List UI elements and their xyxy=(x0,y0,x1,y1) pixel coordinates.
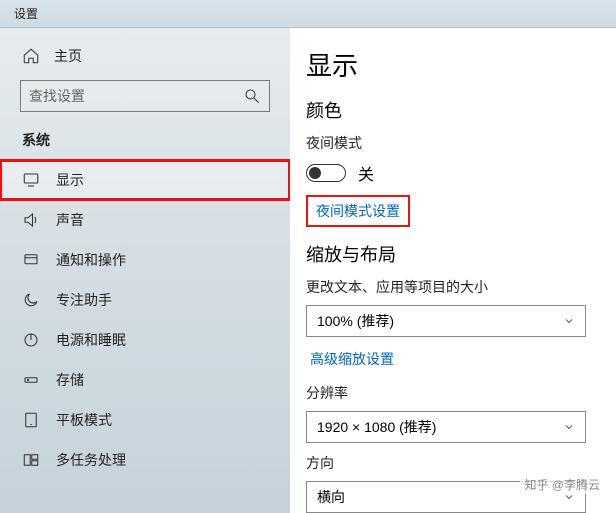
night-mode-toggle-row: 关 xyxy=(306,161,600,185)
watermark: 知乎 @李腾云 xyxy=(520,475,604,494)
chevron-down-icon xyxy=(563,315,575,327)
sidebar-item-display[interactable]: 显示 xyxy=(0,160,290,200)
sidebar-item-power[interactable]: 电源和睡眠 xyxy=(0,320,290,360)
night-mode-toggle[interactable] xyxy=(306,164,346,182)
power-icon xyxy=(22,331,40,349)
sidebar-item-notifications[interactable]: 通知和操作 xyxy=(0,240,290,280)
advanced-scale-link[interactable]: 高级缩放设置 xyxy=(306,347,398,371)
scale-heading: 缩放与布局 xyxy=(306,241,600,267)
orientation-label: 方向 xyxy=(306,453,600,473)
content-area: 主页 系统 显示 声音 通知和操作 专注助手 电源和睡眠 xyxy=(0,28,616,513)
sidebar-item-label: 专注助手 xyxy=(56,290,112,310)
window-titlebar: 设置 xyxy=(0,0,616,28)
sidebar-item-label: 通知和操作 xyxy=(56,250,126,270)
night-mode-state: 关 xyxy=(358,161,374,185)
sidebar: 主页 系统 显示 声音 通知和操作 专注助手 电源和睡眠 xyxy=(0,28,290,513)
sidebar-item-label: 显示 xyxy=(56,170,84,190)
sidebar-item-tablet[interactable]: 平板模式 xyxy=(0,400,290,440)
search-box[interactable] xyxy=(20,80,270,112)
sidebar-item-sound[interactable]: 声音 xyxy=(0,200,290,240)
main-panel: 显示 颜色 夜间模式 关 夜间模式设置 缩放与布局 更改文本、应用等项目的大小 … xyxy=(290,28,616,513)
sidebar-item-label: 电源和睡眠 xyxy=(56,330,126,350)
section-title: 系统 xyxy=(0,130,290,160)
resolution-value: 1920 × 1080 (推荐) xyxy=(317,417,436,437)
sidebar-item-multitask[interactable]: 多任务处理 xyxy=(0,440,290,480)
scale-value: 100% (推荐) xyxy=(317,311,394,331)
night-mode-settings-link[interactable]: 夜间模式设置 xyxy=(306,195,410,227)
storage-icon xyxy=(22,371,40,389)
tablet-icon xyxy=(22,411,40,429)
sidebar-item-focus[interactable]: 专注助手 xyxy=(0,280,290,320)
moon-icon xyxy=(22,291,40,309)
home-label: 主页 xyxy=(54,46,82,66)
resolution-label: 分辨率 xyxy=(306,383,600,403)
sidebar-item-label: 存储 xyxy=(56,370,84,390)
scale-dropdown[interactable]: 100% (推荐) xyxy=(306,305,586,337)
page-title: 显示 xyxy=(306,46,600,83)
speaker-icon xyxy=(22,211,40,229)
monitor-icon xyxy=(22,171,40,189)
resolution-dropdown[interactable]: 1920 × 1080 (推荐) xyxy=(306,411,586,443)
search-input[interactable] xyxy=(29,88,243,104)
home-button[interactable]: 主页 xyxy=(0,40,290,80)
chevron-down-icon xyxy=(563,421,575,433)
multitask-icon xyxy=(22,451,40,469)
notification-icon xyxy=(22,251,40,269)
window-title: 设置 xyxy=(14,7,38,21)
home-icon xyxy=(22,47,40,65)
night-mode-label: 夜间模式 xyxy=(306,133,600,153)
sidebar-item-label: 多任务处理 xyxy=(56,450,126,470)
search-icon xyxy=(243,87,261,105)
sidebar-item-storage[interactable]: 存储 xyxy=(0,360,290,400)
scale-label: 更改文本、应用等项目的大小 xyxy=(306,277,600,297)
sidebar-item-label: 声音 xyxy=(56,210,84,230)
orientation-value: 横向 xyxy=(317,487,345,507)
color-heading: 颜色 xyxy=(306,97,600,123)
sidebar-item-label: 平板模式 xyxy=(56,410,112,430)
